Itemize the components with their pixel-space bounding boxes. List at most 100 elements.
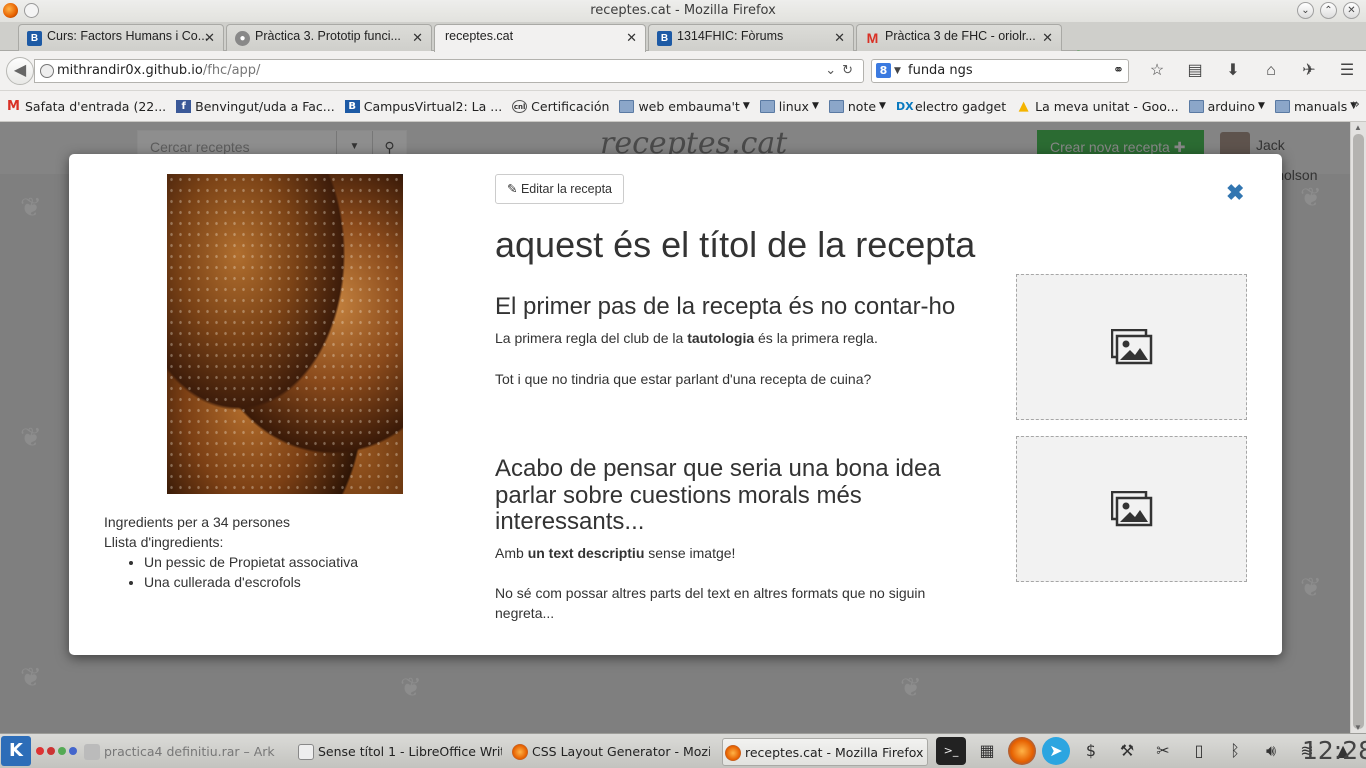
folder-icon <box>1188 99 1204 113</box>
folder-icon <box>619 99 635 113</box>
pager-icon[interactable] <box>36 747 77 755</box>
scroll-up-icon[interactable]: ▲ <box>1354 123 1362 132</box>
reload-icon[interactable]: ⌄↻ <box>825 60 859 82</box>
close-tab-icon[interactable]: ✕ <box>834 30 845 46</box>
decor-icon: ❦ <box>400 672 422 702</box>
recipe-title: aquest és el títol de la recepta <box>495 224 976 265</box>
folder-icon <box>828 99 844 113</box>
home-icon[interactable]: ⌂ <box>1252 60 1290 82</box>
task-writer[interactable]: Sense títol 1 - LibreOffice Writer <box>296 738 502 766</box>
minimize-button[interactable]: ⌄ <box>1297 2 1314 19</box>
globe-icon <box>40 64 54 78</box>
binoculars-icon[interactable]: ⚭ <box>1113 60 1124 82</box>
firefox-icon[interactable] <box>1008 737 1036 765</box>
image-icon <box>1111 491 1153 527</box>
scissors-icon[interactable]: ✂ <box>1148 737 1178 765</box>
campus-icon: B <box>27 31 42 46</box>
tab-forums[interactable]: B 1314FHIC: Fòrums ✕ <box>648 24 854 51</box>
campus-icon: B <box>344 99 360 113</box>
close-modal-icon[interactable]: ✖ <box>1226 182 1244 204</box>
bookmark-electro[interactable]: DX electro gadget <box>896 99 1006 114</box>
window-title: receptes.cat - Mozilla Firefox <box>590 3 776 18</box>
bookmark-campus[interactable]: B CampusVirtual2: La ... <box>344 99 502 114</box>
bookmark-certificacion[interactable]: cnl Certificación <box>512 99 609 114</box>
close-window-button[interactable]: ✕ <box>1343 2 1360 19</box>
download-icon[interactable]: ⬇ <box>1214 60 1252 82</box>
bookmark-drive[interactable]: ▲ La meva unitat - Goo... <box>1016 98 1179 114</box>
files-icon[interactable]: ▦ <box>972 737 1002 765</box>
page-scrollbar[interactable]: ▲ ▼ <box>1350 122 1366 733</box>
document-icon <box>298 744 314 760</box>
drive-icon: ▲ <box>1018 98 1029 114</box>
close-tab-icon[interactable]: ✕ <box>626 30 637 46</box>
plus-icon: ✚ <box>1173 139 1186 155</box>
scroll-down-icon[interactable]: ▼ <box>1354 723 1362 732</box>
pin-icon[interactable] <box>24 3 39 18</box>
bookmark-folder-linux[interactable]: linux ▼ <box>759 99 819 114</box>
step-paragraph: La primera regla del club de la tautolog… <box>495 329 878 346</box>
url-bar[interactable]: mithrandir0x.github.io/fhc/app/ ⌄↻ <box>34 59 864 83</box>
close-tab-icon[interactable]: ✕ <box>412 30 423 46</box>
tools-icon[interactable]: ⚒ <box>1112 737 1142 765</box>
addon-icon[interactable]: ✈ <box>1290 60 1328 82</box>
list-item: Una cullerada d'escrofols <box>144 572 358 592</box>
chevron-down-icon[interactable]: ▼ <box>894 60 901 82</box>
back-button[interactable]: ◀ <box>6 57 34 85</box>
tab-label: Curs: Factors Humans i Co... <box>47 29 209 43</box>
chevron-down-icon: ▼ <box>811 101 819 111</box>
tab-curs[interactable]: B Curs: Factors Humans i Co... ✕ <box>18 24 224 51</box>
edit-recipe-button[interactable]: ✎ Editar la recepta <box>495 174 624 204</box>
close-tab-icon[interactable]: ✕ <box>204 30 215 46</box>
dollar-icon[interactable]: $ <box>1076 737 1106 765</box>
facebook-icon: f <box>176 99 192 113</box>
close-tab-icon[interactable]: ✕ <box>1042 30 1053 46</box>
telegram-icon[interactable]: ➤ <box>1042 737 1070 765</box>
bookmark-folder-note[interactable]: note ▼ <box>828 99 886 114</box>
recipe-photo <box>167 174 403 494</box>
scrollbar-thumb[interactable] <box>1353 134 1364 729</box>
bluetooth-icon[interactable]: ᛒ <box>1220 737 1250 765</box>
user-icon: ● <box>235 31 250 46</box>
recipe-modal: Ingredients per a 34 persones Llista d'i… <box>69 154 1282 655</box>
bookmark-facebook[interactable]: f Benvingut/uda a Fac... <box>176 99 335 114</box>
image-placeholder-2[interactable] <box>1016 436 1247 582</box>
decor-icon: ❦ <box>900 672 922 702</box>
tab-gmail[interactable]: M Pràctica 3 de FHC - oriolr... ✕ <box>856 24 1062 51</box>
ingredients-block: Ingredients per a 34 persones Llista d'i… <box>104 512 358 592</box>
pencil-icon: ✎ <box>507 182 518 196</box>
reading-list-icon[interactable]: ▤ <box>1176 60 1214 82</box>
decor-icon: ❦ <box>1300 572 1322 602</box>
image-placeholder-1[interactable] <box>1016 274 1247 420</box>
url-path: /fhc/app/ <box>202 63 261 78</box>
bookmark-gmail[interactable]: M Safata d'entrada (22... <box>6 99 166 114</box>
clock[interactable]: 12:28 <box>1302 736 1366 766</box>
tab-label: Pràctica 3. Prototip funci... <box>255 29 401 43</box>
photo-texture <box>167 174 403 494</box>
tab-receptes[interactable]: receptes.cat ✕ <box>434 24 646 52</box>
step-heading: El primer pas de la recepta és no contar… <box>495 293 956 320</box>
volume-icon[interactable]: 🔊︎ <box>1256 737 1286 765</box>
search-input[interactable]: 8 ▼ funda ngs ⚭ <box>871 59 1129 83</box>
bookmark-folder-manuals[interactable]: manuals ▼ <box>1274 99 1357 114</box>
maximize-button[interactable]: ⌃ <box>1320 2 1337 19</box>
task-ark[interactable]: practica4 definitiu.rar – Ark <box>82 738 282 766</box>
tab-practica3[interactable]: ● Pràctica 3. Prototip funci... ✕ <box>226 24 432 51</box>
task-receptes[interactable]: receptes.cat - Mozilla Firefox <box>722 738 928 766</box>
system-tray: >_ ▦ ➤ $ ⚒ ✂ ▯ ᛒ 🔊︎ ≋ ▲ <box>936 737 1358 765</box>
bookmark-folder-arduino[interactable]: arduino ▼ <box>1188 99 1265 114</box>
clipboard-icon[interactable]: ▯ <box>1184 737 1214 765</box>
ingredients-list-label: Llista d'ingredients: <box>104 534 224 550</box>
terminal-icon[interactable]: >_ <box>936 737 966 765</box>
gmail-icon: M <box>7 98 20 114</box>
kde-menu-icon[interactable]: K <box>1 736 31 766</box>
menu-icon[interactable]: ☰ <box>1328 60 1366 82</box>
bookmark-folder-web[interactable]: web embauma't ▼ <box>619 99 750 114</box>
google-icon[interactable]: 8 <box>876 63 891 78</box>
list-item: Un pessic de Propietat associativa <box>144 552 358 572</box>
more-bookmarks-icon[interactable]: » <box>1352 97 1360 112</box>
task-css-layout[interactable]: CSS Layout Generator - Mozilla F <box>510 738 710 766</box>
archive-icon <box>84 744 100 760</box>
bookmark-star-icon[interactable]: ☆ <box>1138 60 1176 82</box>
firefox-icon[interactable] <box>3 3 18 18</box>
chevron-down-icon: ▼ <box>1258 101 1265 111</box>
